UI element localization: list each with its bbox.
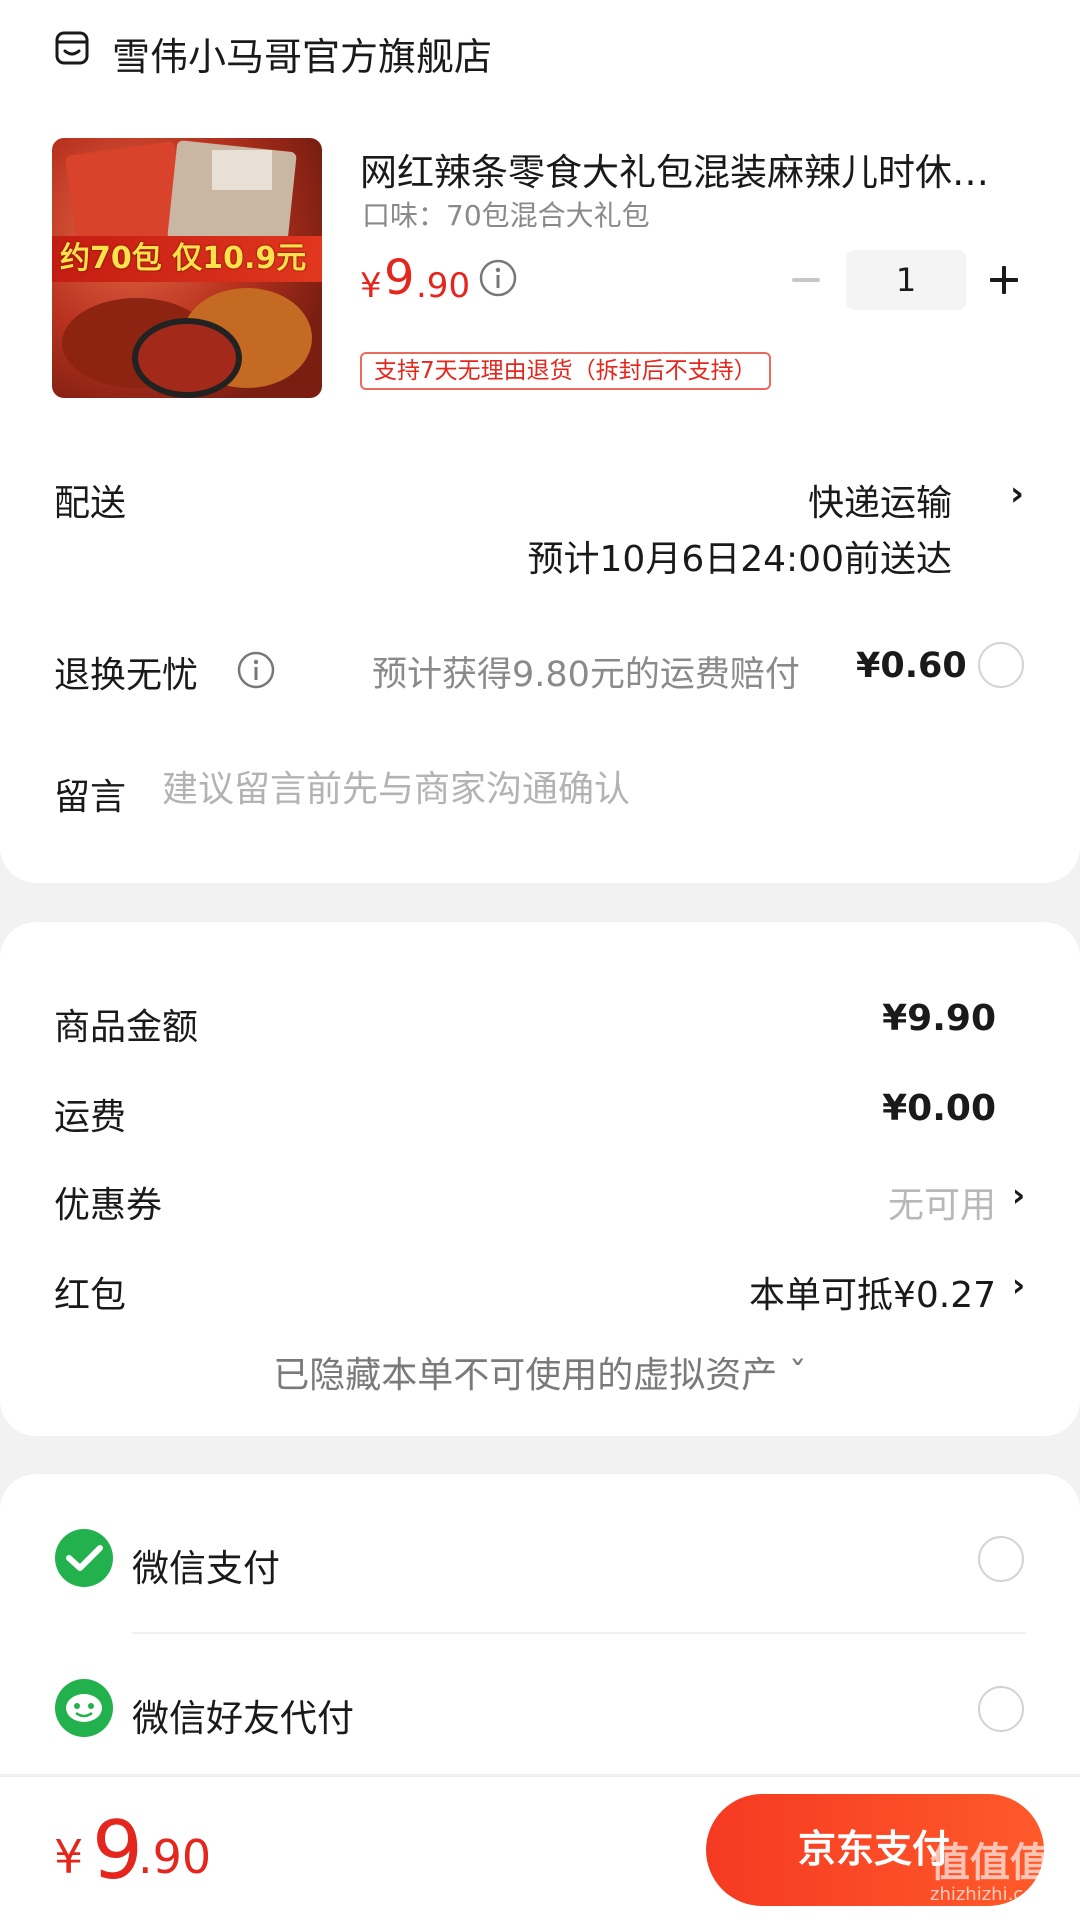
hidden-assets-toggle[interactable]: 已隐藏本单不可使用的虚拟资产 ˇ xyxy=(0,1346,1080,1398)
wechat-pay-radio[interactable] xyxy=(978,1536,1024,1582)
watermark-logo: 值值值 xyxy=(930,1840,1050,1886)
divider xyxy=(132,1632,1026,1634)
price-integer: 9 xyxy=(384,250,415,306)
store-name[interactable]: 雪伟小马哥官方旗舰店 xyxy=(112,26,492,81)
product-spec[interactable]: 口味：70包混合大礼包 xyxy=(362,194,650,234)
quantity-field[interactable]: 1 xyxy=(846,250,966,310)
wechat-friend-pay-icon xyxy=(55,1679,113,1737)
worry-free-price: ¥0.60 xyxy=(856,646,967,686)
minus-icon[interactable] xyxy=(786,260,826,300)
info-icon[interactable] xyxy=(478,258,518,298)
total-price-symbol: ¥ xyxy=(54,1830,84,1884)
order-card: 雪伟小马哥官方旗舰店 约70包 仅10.9元 网红辣条零食大礼包混装麻辣儿时休…… xyxy=(0,0,1080,883)
coupon-label: 优惠券 xyxy=(54,1185,163,1226)
total-price-decimal: .90 xyxy=(138,1830,212,1884)
message-label: 留言 xyxy=(54,777,127,818)
info-icon[interactable] xyxy=(236,650,276,690)
coupon-value[interactable]: 无可用 xyxy=(888,1176,996,1228)
return-policy-tag: 支持7天无理由退货（拆封后不支持） xyxy=(360,352,771,390)
chevron-right-icon[interactable]: › xyxy=(1012,1266,1025,1304)
goods-amount-value: ¥9.90 xyxy=(882,998,996,1039)
chevron-right-icon[interactable]: › xyxy=(1010,474,1024,514)
product-title[interactable]: 网红辣条零食大礼包混装麻辣儿时休… xyxy=(360,142,1030,196)
worry-free-label: 退换无忧 xyxy=(54,655,199,696)
delivery-eta: 预计10月6日24:00前送达 xyxy=(527,539,952,580)
goods-amount-label: 商品金额 xyxy=(54,1007,199,1048)
store-icon xyxy=(55,31,89,65)
price-decimal: .90 xyxy=(416,266,471,306)
shipping-value: ¥0.00 xyxy=(882,1088,996,1129)
chevron-right-icon[interactable]: › xyxy=(1012,1176,1025,1214)
red-packet-label: 红包 xyxy=(54,1275,127,1316)
red-packet-value[interactable]: 本单可抵¥0.27 xyxy=(749,1266,996,1318)
price-symbol: ¥ xyxy=(360,266,382,306)
wechat-friend-pay-radio[interactable] xyxy=(978,1686,1024,1732)
delivery-method[interactable]: 快递运输 xyxy=(808,474,952,526)
product-image[interactable]: 约70包 仅10.9元 xyxy=(52,138,322,398)
total-price-integer: 9 xyxy=(92,1804,143,1897)
shipping-label: 运费 xyxy=(54,1097,127,1138)
message-input[interactable] xyxy=(162,762,1022,816)
payment-method-label[interactable]: 微信好友代付 xyxy=(132,1688,354,1742)
wechat-pay-icon xyxy=(55,1529,113,1587)
watermark-url: zhizhizhi.com xyxy=(930,1884,1052,1905)
worry-free-radio[interactable] xyxy=(978,642,1024,688)
plus-icon[interactable] xyxy=(986,262,1022,298)
delivery-label: 配送 xyxy=(54,483,127,524)
payment-method-label[interactable]: 微信支付 xyxy=(132,1538,280,1592)
worry-free-description: 预计获得9.80元的运费赔付 xyxy=(372,655,800,695)
product-image-banner: 约70包 仅10.9元 xyxy=(52,236,322,282)
